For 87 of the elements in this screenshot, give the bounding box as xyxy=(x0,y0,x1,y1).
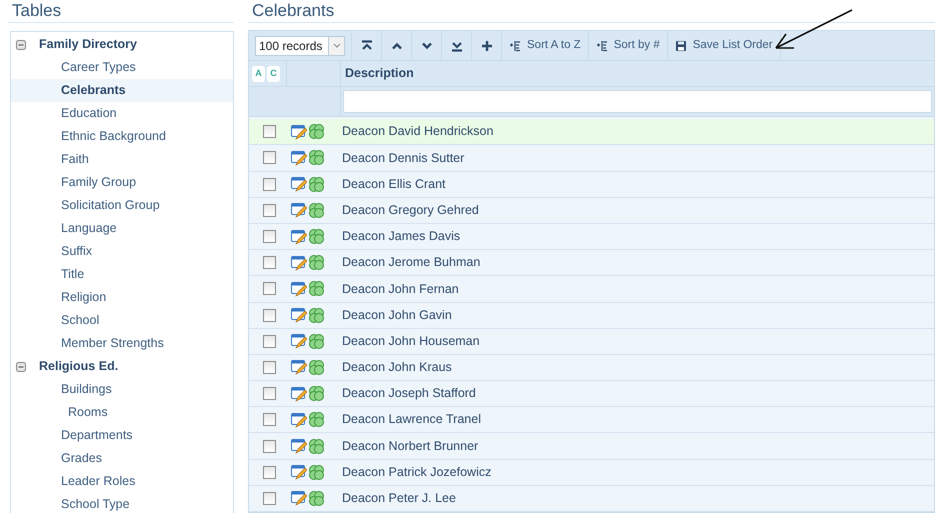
tree-group[interactable]: Family Directory xyxy=(39,35,137,54)
table-cell-text: Deacon Norbert Brunner xyxy=(341,438,478,455)
tree-item[interactable]: Faith xyxy=(61,150,89,169)
tree-group[interactable]: Religious Ed. xyxy=(39,357,118,376)
table-cell-text: Deacon John Kraus xyxy=(341,359,452,376)
chevron-down-icon xyxy=(420,40,432,52)
tree-item[interactable]: Grades xyxy=(61,449,102,468)
column-header[interactable]: Description xyxy=(345,64,414,84)
row-checkbox[interactable] xyxy=(262,387,276,400)
row-checkbox[interactable] xyxy=(262,256,276,270)
table-row[interactable]: Deacon Patrick Jozefowicz xyxy=(249,460,934,486)
row-checkbox[interactable] xyxy=(262,308,276,322)
table-cell-text: Deacon John Gavin xyxy=(341,306,452,324)
table-cell-text: Deacon David Hendrickson xyxy=(341,123,494,140)
edit-icon[interactable] xyxy=(291,386,307,402)
tree-item[interactable]: Rooms xyxy=(68,403,108,422)
tree-item[interactable]: Language xyxy=(61,219,117,238)
edit-icon[interactable] xyxy=(291,254,307,271)
table-cell-text: Deacon Ellis Crant xyxy=(341,176,446,193)
collapse-icon[interactable] xyxy=(16,40,26,50)
table-cell-text: Deacon Joseph Stafford xyxy=(341,385,476,402)
table-cell-text: Deacon Jerome Buhman xyxy=(341,254,480,272)
move-bottom-icon xyxy=(450,40,462,52)
table-cell-text: Deacon Lawrence Tranel xyxy=(341,411,481,428)
caret-icon xyxy=(332,43,340,48)
edit-icon[interactable] xyxy=(291,359,307,376)
tree-item[interactable]: Member Strengths xyxy=(61,334,164,353)
collapse-icon[interactable] xyxy=(16,362,26,372)
table-cell-text: Deacon James Davis xyxy=(341,228,460,246)
table-cell-text: Deacon Gregory Gehred xyxy=(341,202,479,219)
table-cell-text: Deacon Peter J. Lee xyxy=(341,490,456,508)
tree-item[interactable]: Title xyxy=(61,265,84,284)
tree-item[interactable]: School Type xyxy=(61,495,130,513)
sort-button[interactable]: Sort A to Z xyxy=(502,31,589,60)
row-checkbox[interactable] xyxy=(262,125,276,138)
tree-item[interactable]: Family Group xyxy=(61,173,136,192)
tree-item[interactable]: Leader Roles xyxy=(61,472,136,491)
edit-icon[interactable] xyxy=(291,464,307,480)
table-row[interactable]: Deacon John Houseman xyxy=(249,328,934,355)
page-size-dropdown[interactable]: 100 records xyxy=(255,36,345,56)
tree-item[interactable]: Buildings xyxy=(61,380,112,399)
edit-icon[interactable] xyxy=(291,228,307,245)
tree-item[interactable]: Career Types xyxy=(61,58,136,77)
tree-item[interactable]: Solicitation Group xyxy=(61,196,160,215)
row-checkbox[interactable] xyxy=(262,440,276,453)
tree-item[interactable]: Education xyxy=(61,104,117,123)
edit-icon[interactable] xyxy=(291,150,307,166)
page-title: Celebrants xyxy=(251,0,334,22)
table-row[interactable]: Deacon Ellis Crant xyxy=(249,172,934,198)
save-button[interactable]: Save List Order xyxy=(668,31,781,60)
row-checkbox[interactable] xyxy=(262,282,276,296)
table-cell-text: Deacon Patrick Jozefowicz xyxy=(341,464,492,481)
table-cell-text: Deacon Dennis Sutter xyxy=(341,150,464,167)
row-checkbox[interactable] xyxy=(262,492,276,505)
row-checkbox[interactable] xyxy=(262,178,276,191)
sort-icon xyxy=(509,40,521,52)
row-checkbox[interactable] xyxy=(262,204,276,217)
sort-button[interactable]: Sort by # xyxy=(588,31,668,60)
row-checkbox[interactable] xyxy=(262,334,276,348)
row-checkbox[interactable] xyxy=(262,230,276,244)
row-checkbox[interactable] xyxy=(262,360,276,374)
table-row[interactable]: Deacon David Hendrickson xyxy=(249,119,934,146)
panel-title: Tables xyxy=(11,0,62,22)
row-checkbox[interactable] xyxy=(262,466,276,479)
edit-icon[interactable] xyxy=(291,124,307,140)
edit-icon[interactable] xyxy=(291,412,307,428)
move-top-icon xyxy=(360,40,372,52)
edit-icon[interactable] xyxy=(291,490,307,506)
table-row[interactable]: Deacon John Gavin xyxy=(249,302,934,329)
table-cell-text: Deacon John Houseman xyxy=(341,332,480,350)
tree-item[interactable]: Suffix xyxy=(61,242,92,261)
sort-icon xyxy=(596,40,608,52)
edit-icon[interactable] xyxy=(291,438,307,454)
plus-icon xyxy=(480,40,492,52)
edit-icon[interactable] xyxy=(291,176,307,192)
table-cell-text: Deacon John Fernan xyxy=(341,280,459,298)
tree-item[interactable]: School xyxy=(61,311,100,330)
edit-icon[interactable] xyxy=(291,333,307,350)
edit-icon[interactable] xyxy=(291,202,307,218)
tree-item[interactable]: Departments xyxy=(61,426,133,445)
filter-field[interactable] xyxy=(343,90,932,114)
edit-icon[interactable] xyxy=(291,307,307,324)
edit-icon[interactable] xyxy=(291,280,307,297)
tree-item[interactable]: Ethnic Background xyxy=(61,127,166,146)
row-checkbox[interactable] xyxy=(262,151,276,164)
row-checkbox[interactable] xyxy=(262,413,276,426)
tree-item[interactable]: Religion xyxy=(61,288,106,307)
